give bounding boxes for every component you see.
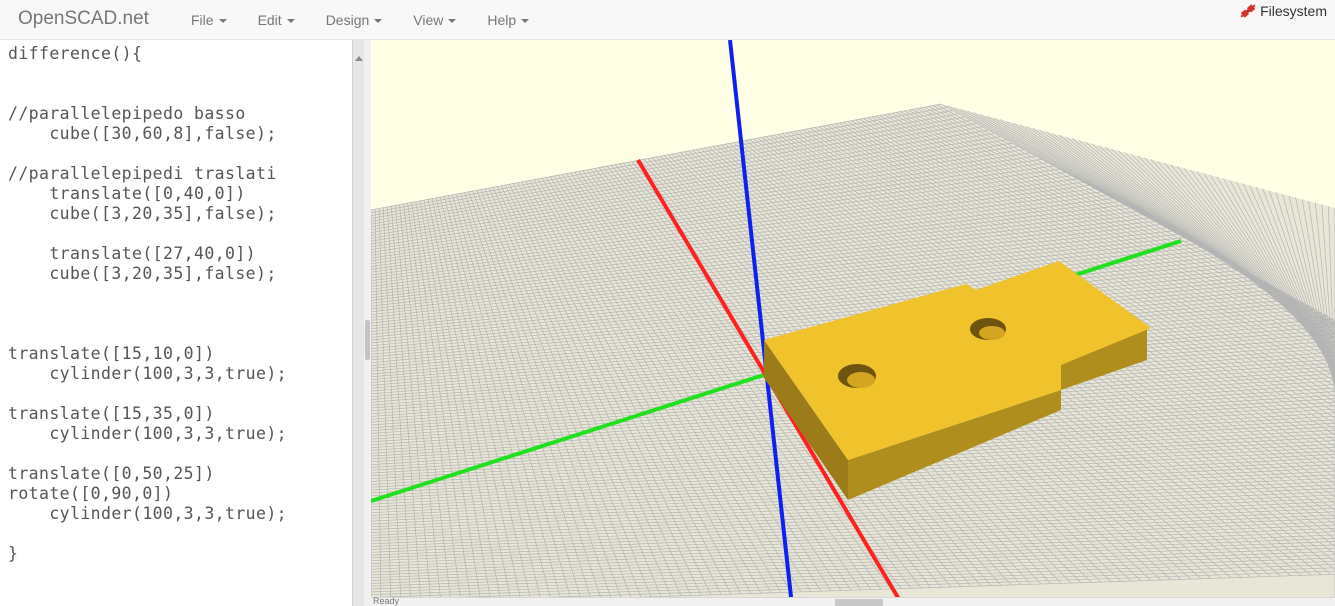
code-line: translate([27,40,0]) [8, 244, 257, 263]
splitter-grip[interactable] [365, 320, 370, 360]
menu-design[interactable]: Design [311, 0, 399, 40]
menu-edit[interactable]: Edit [243, 0, 311, 40]
code-line: //parallelepipedo basso [8, 104, 246, 123]
code-line: cube([30,60,8],false); [8, 124, 277, 143]
code-line: translate([15,10,0]) [8, 344, 215, 363]
scroll-up-icon[interactable] [355, 56, 363, 61]
scrollbar-thumb[interactable] [835, 599, 883, 606]
code-line: //parallelepipedi traslati [8, 164, 277, 183]
caret-down-icon [521, 19, 530, 24]
caret-down-icon [286, 19, 295, 24]
filesystem-label: Filesystem [1260, 3, 1327, 19]
menu-help-label: Help [487, 12, 517, 28]
model-hole-inner [979, 326, 1005, 340]
brand-link[interactable]: OpenSCAD.net [18, 8, 149, 30]
plug-icon [1240, 4, 1256, 18]
menu-edit-label: Edit [257, 12, 282, 28]
caret-down-icon [374, 19, 383, 24]
code-line: cylinder(100,3,3,true); [8, 364, 288, 383]
main-menu: File Edit Design View Help [176, 0, 545, 40]
menu-file-label: File [191, 12, 214, 28]
3d-scene[interactable] [371, 40, 1335, 606]
code-line: difference(){ [8, 44, 143, 63]
code-line: translate([0,50,25]) [8, 464, 215, 483]
caret-down-icon [448, 19, 457, 24]
code-line: rotate([0,90,0]) [8, 484, 174, 503]
code-line: cylinder(100,3,3,true); [8, 504, 288, 523]
pane-splitter[interactable] [364, 40, 371, 606]
status-text: Ready [373, 596, 400, 606]
model-hole-inner [847, 372, 875, 388]
code-line: cylinder(100,3,3,true); [8, 424, 288, 443]
menu-view[interactable]: View [398, 0, 472, 40]
3d-viewport[interactable] [371, 40, 1335, 606]
code-line: cube([3,20,35],false); [8, 264, 277, 283]
menu-design-label: Design [325, 12, 370, 28]
code-text[interactable]: difference(){ //parallelepipedo basso cu… [8, 44, 287, 564]
filesystem-button[interactable]: Filesystem [1239, 2, 1327, 20]
code-line: translate([15,35,0]) [8, 404, 215, 423]
caret-down-icon [218, 19, 227, 24]
menu-help[interactable]: Help [472, 0, 545, 40]
menu-view-label: View [413, 12, 444, 28]
menu-file[interactable]: File [176, 0, 243, 40]
viewport-scrollbar[interactable] [371, 597, 1335, 606]
code-line: translate([0,40,0]) [8, 184, 246, 203]
code-line: } [8, 544, 19, 563]
code-line: cube([3,20,35],false); [8, 204, 277, 223]
navbar: OpenSCAD.net File Edit Design View Help … [0, 0, 1335, 40]
code-editor[interactable]: difference(){ //parallelepipedo basso cu… [0, 40, 352, 606]
editor-scrollbar[interactable] [352, 40, 364, 606]
